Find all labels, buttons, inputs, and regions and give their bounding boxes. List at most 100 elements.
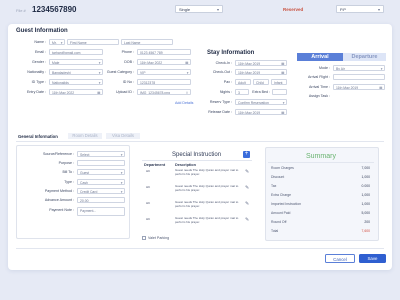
calendar-icon[interactable]: ▦ — [97, 90, 100, 94]
payment-type-value: P.P — [340, 7, 346, 12]
divider — [142, 160, 252, 161]
payment-note-label: Payment Note : — [49, 208, 74, 212]
tab-general-information[interactable]: General Information — [18, 134, 58, 139]
calendar-icon[interactable]: ▦ — [281, 110, 284, 114]
guest-category-select[interactable]: VIP ▾ — [137, 69, 191, 75]
release-date-label: Release Date : — [208, 110, 232, 114]
entry-date-value: 11th May 2022 — [52, 91, 75, 95]
cancel-button[interactable]: Cancel — [325, 254, 355, 263]
first-name-placeholder: First Name — [70, 41, 87, 45]
tab-arrival[interactable]: Arrival — [297, 53, 343, 61]
bill-to-select[interactable]: Guest ▾ — [77, 169, 125, 175]
summary-title: Summary — [306, 153, 336, 160]
instruction-desc: Guest needs The Holy Quran and prayer ma… — [175, 200, 239, 208]
arrival-time-input[interactable]: 11th May 2019 ▦ — [333, 84, 385, 90]
payment-method-select[interactable]: Credit Card ▾ — [77, 188, 125, 194]
instruction-desc: Guest needs The Holy Quran and prayer ma… — [175, 216, 239, 224]
pax-adult-placeholder: Adult — [238, 81, 246, 85]
edit-icon[interactable]: ✎ — [245, 185, 249, 191]
chevron-down-icon: ▾ — [60, 41, 63, 45]
pax-label: Pax : — [223, 80, 232, 84]
type-value: Cash — [80, 181, 88, 185]
file-number: 1234567890 — [32, 5, 77, 14]
save-button[interactable]: Save — [359, 254, 386, 263]
arrival-flight-input[interactable] — [333, 74, 385, 80]
upload-id-label: Upload ID : — [116, 90, 134, 94]
room-type-select[interactable]: Single ▾ — [175, 5, 223, 13]
dob-input[interactable]: 11th May 2022 ▦ — [137, 59, 191, 65]
summary-value: 1,000 — [361, 202, 371, 206]
mode-select[interactable]: By Air ▾ — [333, 65, 385, 71]
add-instruction-button[interactable]: + — [243, 151, 250, 158]
summary-label: Discount — [271, 175, 285, 179]
pax-infant-placeholder: Infant — [274, 81, 283, 85]
summary-value: 1,000 — [361, 175, 371, 179]
calendar-icon[interactable]: ▦ — [379, 85, 382, 89]
pax-adult-input[interactable]: Adult — [235, 79, 251, 85]
summary-label: Round Off — [271, 220, 287, 224]
entry-date-input[interactable]: 11th May 2022 ▦ — [49, 89, 103, 95]
last-name-input[interactable]: Last Name — [121, 39, 173, 45]
chevron-down-icon: ▾ — [282, 101, 285, 105]
chevron-down-icon: ▾ — [377, 7, 380, 12]
gender-select[interactable]: Male ▾ — [49, 59, 103, 65]
tab-visa-details[interactable]: Visa Details — [106, 133, 140, 139]
id-type-select[interactable]: Nationalids ▾ — [49, 79, 103, 85]
summary-value: 1,000 — [361, 193, 371, 197]
summary-value: 0.000 — [361, 184, 371, 188]
reserv-type-label: Reserv Type : — [209, 100, 232, 104]
purpose-input[interactable] — [77, 160, 125, 166]
upload-id-input[interactable]: IMG_12345678.png ⇪ — [137, 89, 191, 95]
last-name-placeholder: Last Name — [124, 41, 141, 45]
guest-category-label: Guest Category : — [106, 70, 134, 74]
nights-input[interactable]: 3 — [235, 89, 249, 95]
nights-value: 3 — [238, 91, 240, 95]
tab-departure[interactable]: Departure — [343, 53, 386, 61]
source-value: Select — [80, 153, 90, 157]
advance-amount-input[interactable]: 20.00 — [77, 197, 125, 203]
calendar-icon[interactable]: ▦ — [281, 70, 284, 74]
check-in-value: 11th May 2019 — [238, 62, 261, 66]
source-select[interactable]: Select ▾ — [77, 151, 125, 157]
valet-parking-checkbox[interactable] — [142, 236, 146, 240]
extra-bed-input[interactable] — [272, 89, 287, 95]
advance-amount-value: 20.00 — [80, 199, 89, 203]
tab-room-details[interactable]: Room Details — [68, 133, 102, 139]
pax-child-placeholder: Child — [256, 81, 264, 85]
first-name-input[interactable]: First Name — [67, 39, 119, 45]
extra-bed-label: Extra Bed : — [252, 90, 270, 94]
type-select[interactable]: Cash ▾ — [77, 179, 125, 185]
release-date-value: 11th May 2019 — [238, 111, 261, 115]
source-label: Source/Reference : — [43, 152, 74, 156]
name-prefix-select[interactable]: Mr. ▾ — [49, 39, 65, 45]
check-in-input[interactable]: 11th May 2019 ▦ — [235, 60, 287, 66]
pax-infant-input[interactable]: Infant — [271, 79, 287, 85]
add-details-link[interactable]: Add Details — [175, 101, 193, 105]
payment-note-value: Payment... — [80, 209, 97, 213]
id-no-input[interactable]: 12312378 — [137, 79, 191, 85]
reserv-type-value: Confirm Reservation — [238, 101, 269, 105]
payment-type-select[interactable]: P.P ▾ — [336, 5, 384, 13]
pax-child-input[interactable]: Child — [253, 79, 269, 85]
chevron-down-icon: ▾ — [120, 171, 123, 175]
edit-icon[interactable]: ✎ — [245, 169, 249, 175]
summary-label: Tax — [271, 184, 277, 188]
email-input[interactable]: tarhan@gmail.com — [49, 49, 103, 55]
check-out-value: 11th May 2019 — [238, 71, 261, 75]
edit-icon[interactable]: ✎ — [245, 201, 249, 207]
reserv-type-select[interactable]: Confirm Reservation ▾ — [235, 99, 287, 105]
gender-label: Gender : — [32, 60, 46, 64]
chevron-down-icon: ▾ — [216, 7, 219, 12]
nationality-select[interactable]: Bangladeshi ▾ — [49, 69, 103, 75]
upload-icon[interactable]: ⇪ — [185, 90, 188, 94]
edit-icon[interactable]: ✎ — [245, 217, 249, 223]
id-no-label: ID No : — [122, 80, 134, 84]
check-out-input[interactable]: 11th May 2019 ▦ — [235, 69, 287, 75]
payment-note-textarea[interactable]: Payment... — [77, 207, 125, 216]
arrival-flight-label: Arrival Flight : — [308, 75, 330, 79]
calendar-icon[interactable]: ▦ — [185, 60, 188, 64]
calendar-icon[interactable]: ▦ — [281, 61, 284, 65]
phone-input[interactable]: 0123 4567 789 — [137, 49, 191, 55]
guest-category-value: VIP — [140, 71, 146, 75]
release-date-input[interactable]: 11th May 2019 ▦ — [235, 109, 287, 115]
